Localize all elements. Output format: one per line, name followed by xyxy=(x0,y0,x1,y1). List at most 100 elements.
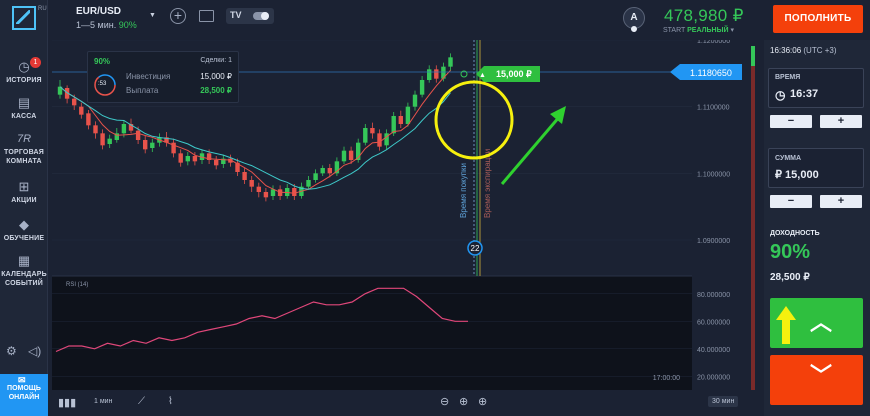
sidebar-item-label: ОБУЧЕНИЕ xyxy=(3,235,45,242)
sidebar-item-education[interactable]: ◆ ОБУЧЕНИЕ xyxy=(0,218,48,243)
center-chart-icon[interactable]: ⊕ xyxy=(459,395,468,408)
price-tick-label: 1.1100000 xyxy=(697,105,730,112)
candle-body xyxy=(320,168,325,174)
candle-body xyxy=(72,98,77,106)
candle-body xyxy=(100,133,105,146)
expiration-time-label: Время экспирации xyxy=(483,149,492,218)
rsi-tick-label: 80.000000 xyxy=(697,292,730,299)
account-type[interactable]: START РЕАЛЬНЫЙ ▾ xyxy=(663,26,734,34)
candle-body xyxy=(214,160,219,166)
time-axis-label: 17:00:00 xyxy=(653,375,680,382)
logo[interactable] xyxy=(12,6,36,30)
amount-decrease-button[interactable]: − xyxy=(770,195,812,208)
time-increase-button[interactable]: + xyxy=(820,115,862,128)
zoom-in-icon[interactable]: ⊕ xyxy=(478,395,487,408)
price-tick-label: 1.1000000 xyxy=(697,171,730,178)
candle-body xyxy=(135,130,141,140)
zoom-out-icon[interactable]: ⊖ xyxy=(440,395,449,408)
arrow-up-icon: ▲ xyxy=(479,72,486,79)
candle-body xyxy=(249,180,254,187)
asset-selector[interactable]: EUR/USD 1—5 мин. 90% xyxy=(76,6,137,30)
asset-subtitle: 1—5 мин. 90% xyxy=(76,20,137,30)
clock-value: 16:36:06 xyxy=(770,46,802,55)
profit-amount: 28,500 ₽ xyxy=(770,272,810,283)
candle-body xyxy=(256,186,261,192)
sidebar-item-label: АКЦИИ xyxy=(11,197,37,204)
account-level: START xyxy=(663,27,686,34)
candle-body xyxy=(434,69,439,79)
candle-body xyxy=(377,133,382,147)
candle-body xyxy=(150,142,155,148)
candle-body xyxy=(86,113,91,126)
payout-value: 28,500 ₽ xyxy=(200,86,232,95)
ruler-icon[interactable]: ⟋ xyxy=(138,396,145,407)
call-button[interactable]: ︿ xyxy=(770,298,863,348)
candle-body xyxy=(263,192,269,198)
tradingview-toggle[interactable]: TV xyxy=(226,8,274,24)
candle-body xyxy=(121,124,127,134)
candle-body xyxy=(398,116,403,124)
add-asset-button[interactable]: + xyxy=(170,8,186,24)
candle-body xyxy=(93,125,98,134)
asset-timeframe: 1—5 мин. xyxy=(76,20,117,30)
sidebar-item-promotions[interactable]: ⊞ АКЦИИ xyxy=(0,180,48,205)
highlight-arrow-up xyxy=(776,306,796,344)
gift-icon: ⊞ xyxy=(18,179,30,194)
amount-label: СУММА xyxy=(775,155,802,162)
speaker-icon[interactable]: ◁) xyxy=(28,344,41,358)
trade-percent: 90% xyxy=(94,57,111,66)
candle-body xyxy=(391,116,396,134)
amount-increase-button[interactable]: + xyxy=(820,195,862,208)
asset-payout: 90% xyxy=(118,20,137,30)
put-button[interactable]: ﹀ xyxy=(770,355,863,405)
sidebar-item-label: КАССА xyxy=(11,113,37,120)
help-label: ПОМОЩЬ ОНЛАЙН xyxy=(7,385,41,401)
candle-body xyxy=(370,128,375,134)
rsi-label: RSI (14) xyxy=(66,282,88,288)
candle-body xyxy=(313,173,318,180)
candle-body xyxy=(306,180,311,187)
layout-icon[interactable] xyxy=(199,10,214,22)
account-mode: РЕАЛЬНЫЙ xyxy=(687,27,729,34)
toggle-switch[interactable] xyxy=(253,12,269,20)
sidebar-item-calendar[interactable]: ▦ КАЛЕНДАРЬ СОБЫТИЙ xyxy=(0,254,48,288)
graduation-cap-icon: ◆ xyxy=(19,217,29,232)
interval-selector[interactable]: 1 мин xyxy=(94,398,112,405)
price-tick-label: 1.1200000 xyxy=(697,40,730,45)
sidebar-item-cash[interactable]: ▤ КАССА xyxy=(0,96,48,121)
profit-label: ДОХОДНОСТЬ xyxy=(770,230,820,237)
sidebar-item-label: КАЛЕНДАРЬ СОБЫТИЙ xyxy=(1,271,47,287)
candle-body xyxy=(292,188,297,196)
time-decrease-button[interactable]: − xyxy=(770,115,812,128)
sidebar-item-trading-room[interactable]: 7R ТОРГОВАЯ КОМНАТА xyxy=(0,132,48,166)
payout-label: Выплата xyxy=(126,86,159,95)
trade-timer: :53 xyxy=(98,81,107,87)
caret-down-icon[interactable]: ▼ xyxy=(149,12,156,19)
countdown-value: 22 xyxy=(471,244,480,253)
calendar-icon: ▦ xyxy=(17,253,31,268)
chevron-down-icon: ▾ xyxy=(730,27,734,34)
server-clock: 16:36:06 (UTC +3) xyxy=(770,46,837,55)
candle-body xyxy=(192,156,198,162)
asset-name: EUR/USD xyxy=(76,6,122,17)
candle-body xyxy=(178,153,183,163)
account-balance[interactable]: 478,980 ₽ xyxy=(664,6,744,26)
investment-label: Инвестиция xyxy=(126,72,171,81)
chevron-up-icon: ︿ xyxy=(810,310,833,335)
tradingview-icon: TV xyxy=(230,10,242,20)
clock-icon: ◷ xyxy=(775,88,786,102)
gear-icon[interactable]: ⚙ xyxy=(6,344,17,358)
notification-badge: 1 xyxy=(30,57,41,68)
time-scale-button[interactable]: 30 мин xyxy=(708,396,739,407)
candles-type-icon[interactable]: ▮▮▮ xyxy=(58,396,76,409)
settings-row: ⚙ ◁) xyxy=(4,344,44,358)
buy-volume-bar xyxy=(751,46,755,66)
drawing-tools-icon[interactable]: ⌇ xyxy=(168,396,173,407)
candle-body xyxy=(107,138,112,144)
chevron-down-icon: ﹀ xyxy=(810,363,833,388)
investment-value: 15,000 ₽ xyxy=(200,72,232,81)
deposit-button[interactable]: ПОПОЛНИТЬ xyxy=(773,5,863,33)
trade-count: Сделки: 1 xyxy=(200,57,232,64)
sidebar-item-history[interactable]: ◷ 1 ИСТОРИЯ xyxy=(0,57,48,85)
online-help-button[interactable]: ✉ ПОМОЩЬ ОНЛАЙН xyxy=(0,374,48,416)
